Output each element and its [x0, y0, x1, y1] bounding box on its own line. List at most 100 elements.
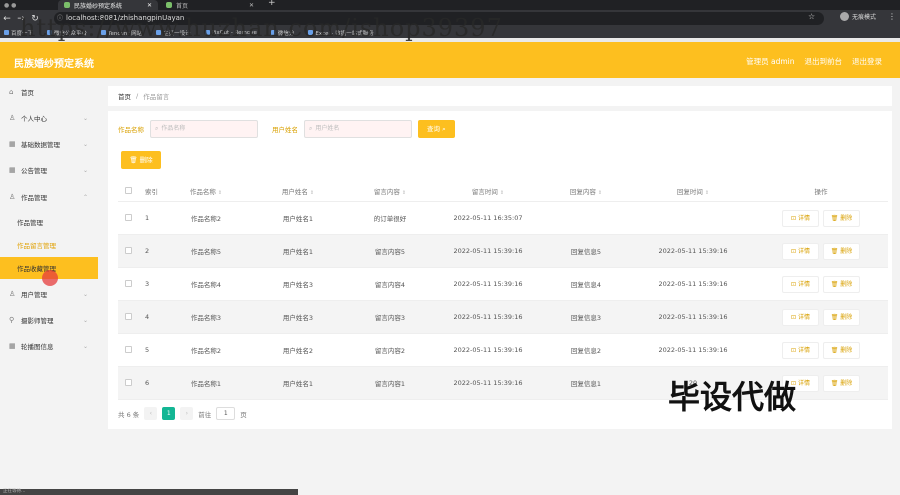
delete-button[interactable]: 🗑 删除 — [823, 242, 860, 260]
trash-icon: 🗑 — [830, 214, 839, 222]
row-checkbox[interactable] — [124, 378, 132, 386]
bookmark-item[interactable]: Excel · 数据一站式服务 — [308, 29, 374, 37]
breadcrumb-separator: / — [136, 92, 139, 100]
table-header: 索引 作品名称 ⇕ 用户姓名 ⇕ 留言内容 ⇕ 留言时间 ⇕ 回复内容 ⇕ 回复时间 ⇕ 操… — [118, 181, 888, 202]
pagination: 共 6 条 ‹ 1 › 前往 1 页 — [118, 407, 247, 420]
cell-reply: 回复信息3 — [570, 314, 602, 322]
row-checkbox[interactable] — [124, 279, 132, 287]
detail-button[interactable]: ⊡ 详情 — [782, 209, 819, 227]
bookmark-item[interactable]: 主页一设计 — [156, 29, 191, 37]
next-page-icon[interactable]: › — [180, 407, 194, 420]
window-controls-icon[interactable]: ● ● — [4, 2, 16, 9]
detail-button[interactable]: ⊡ 详情 — [782, 242, 819, 260]
sidebar-item-profile[interactable]: ♙ 个人中心 ⌄ — [0, 107, 98, 129]
new-tab-icon[interactable]: + — [268, 0, 276, 8]
row-checkbox[interactable] — [124, 246, 132, 254]
to-frontend-link[interactable]: 退出到前台 — [805, 56, 843, 67]
browser-tabbar: ● ● 民族婚纱预定系统 ✕ 首页 ✕ + — [0, 0, 900, 10]
select-all-checkbox[interactable] — [124, 186, 132, 194]
sidebar-item-notice[interactable]: ▦ 公告管理 ⌄ — [0, 159, 98, 181]
delete-button[interactable]: 🗑 删除 — [823, 374, 860, 392]
cell-work: 作品名称3 — [190, 314, 222, 322]
col-user[interactable]: 用户姓名 ⇕ — [252, 186, 344, 196]
user-name-input[interactable]: ⌕ 用户姓名 — [304, 120, 412, 138]
location-icon: ⚲ — [9, 315, 15, 324]
reload-icon[interactable]: ↻ — [28, 14, 42, 24]
search-icon: ⌕ — [155, 125, 159, 132]
info-icon[interactable]: ⓘ — [57, 12, 63, 25]
message-table: 索引 作品名称 ⇕ 用户姓名 ⇕ 留言内容 ⇕ 留言时间 ⇕ 回复内容 ⇕ 回复时间 ⇕ 操… — [118, 181, 888, 400]
sidebar-item-home[interactable]: ⌂ 首页 — [0, 81, 98, 103]
col-reply[interactable]: 回复内容 ⇕ — [540, 186, 632, 196]
bookmark-item[interactable]: PixCut - Remove — [204, 30, 257, 36]
cell-reply: 回复信息1 — [570, 380, 602, 388]
sidebar-sub-work-messages[interactable]: 作品留言管理 — [0, 234, 98, 256]
trash-icon: 🗑 — [830, 379, 839, 387]
delete-button[interactable]: 🗑 删除 — [823, 341, 860, 359]
cell-index: 2 — [145, 247, 150, 255]
detail-button[interactable]: ⊡ 详情 — [782, 275, 819, 293]
detail-button[interactable]: ⊡ 详情 — [782, 308, 819, 326]
breadcrumb-home[interactable]: 首页 — [118, 91, 131, 101]
col-work[interactable]: 作品名称 ⇕ — [160, 186, 252, 196]
cell-reply-time: 2022-05-11 15:39:16 — [658, 280, 728, 288]
sidebar-item-works[interactable]: ♙ 作品管理 ⌃ — [0, 186, 98, 208]
cell-actions: ⊡ 详情 🗑 删除 — [754, 374, 888, 392]
grid-icon: ▦ — [9, 165, 16, 174]
sidebar-item-basedata[interactable]: ▦ 基础数据管理 ⌄ — [0, 133, 98, 155]
close-tab-icon[interactable]: ✕ — [249, 2, 254, 9]
status-bar: 正在等待… — [0, 489, 298, 495]
detail-icon: ⊡ — [791, 247, 797, 255]
menu-icon[interactable]: ⋮ — [888, 12, 896, 21]
query-button[interactable]: 查询 ⌕ — [418, 120, 455, 138]
cell-message: 留言内容5 — [374, 248, 406, 256]
sidebar-item-users[interactable]: ♙ 用户管理 ⌄ — [0, 283, 98, 305]
sidebar-sub-works[interactable]: 作品管理 — [0, 211, 98, 233]
row-checkbox[interactable] — [124, 213, 132, 221]
cell-message-time: 2022-05-11 15:39:16 — [453, 313, 523, 321]
browser-tab-active[interactable]: 民族婚纱预定系统 ✕ — [58, 0, 158, 10]
delete-button[interactable]: 🗑 删除 — [823, 275, 860, 293]
table-row: 5 作品名称2 用户姓名2 留言内容2 2022-05-11 15:39:16 回复信息2… — [118, 334, 888, 367]
table-row: 1 作品名称2 用户姓名1 的订单很好 2022-05-11 16:35:07 ⊡ 详情 🗑… — [118, 202, 888, 235]
col-message[interactable]: 留言内容 ⇕ — [344, 186, 436, 196]
admin-label[interactable]: 管理员 admin — [746, 56, 794, 67]
batch-delete-button[interactable]: 🗑 删除 — [121, 151, 161, 169]
bookmark-item[interactable]: 百度一下 — [4, 29, 33, 37]
mouse-cursor-highlight — [42, 270, 58, 286]
logout-link[interactable]: 退出登录 — [852, 56, 882, 67]
sidebar-item-photographers[interactable]: ⚲ 摄影师管理 ⌄ — [0, 309, 98, 331]
close-tab-icon[interactable]: ✕ — [147, 2, 152, 9]
goto-page-input[interactable]: 1 — [216, 407, 236, 420]
delete-button[interactable]: 🗑 删除 — [823, 308, 860, 326]
detail-button[interactable]: ⊡ 详情 — [782, 374, 819, 392]
search-label-work: 作品名称 — [118, 126, 144, 134]
cell-message-time: 2022-05-11 15:39:16 — [453, 346, 523, 354]
bookmark-icon — [47, 30, 53, 35]
user-icon: ♙ — [9, 192, 16, 201]
work-name-input[interactable]: ⌕ 作品名称 — [150, 120, 258, 138]
bookmark-item[interactable]: 微信公众平台 — [47, 29, 87, 37]
goto-label: 前往 — [198, 410, 212, 419]
bookmark-star-icon[interactable]: ☆ — [808, 12, 815, 21]
delete-button[interactable]: 🗑 删除 — [823, 209, 860, 227]
cell-work: 作品名称2 — [190, 215, 222, 223]
header-links: 管理员 admin 退出到前台 退出登录 — [746, 56, 882, 67]
sidebar-item-carousel[interactable]: ▦ 轮播图信息 ⌄ — [0, 335, 98, 357]
col-message-time[interactable]: 留言时间 ⇕ — [436, 186, 540, 196]
col-reply-time[interactable]: 回复时间 ⇕ — [632, 186, 754, 196]
row-checkbox[interactable] — [124, 312, 132, 320]
bookmark-item[interactable]: 微信分 — [270, 29, 294, 37]
page-number[interactable]: 1 — [162, 407, 176, 420]
row-checkbox[interactable] — [124, 345, 132, 353]
cell-reply-time: 20 — [688, 379, 698, 387]
prev-page-icon[interactable]: ‹ — [144, 407, 158, 420]
forward-icon[interactable]: → — [14, 14, 28, 24]
url-field[interactable]: ⓘ localhost:8081/zhishangpinUayan — [54, 12, 824, 25]
bookmark-item[interactable]: Tencent 网站 — [101, 29, 142, 37]
detail-button[interactable]: ⊡ 详情 — [782, 341, 819, 359]
browser-tab[interactable]: 首页 ✕ — [160, 0, 260, 10]
back-icon[interactable]: ← — [0, 14, 14, 24]
chevron-down-icon: ⌄ — [82, 342, 88, 350]
profile-button[interactable]: 无痕模式 — [840, 12, 876, 21]
